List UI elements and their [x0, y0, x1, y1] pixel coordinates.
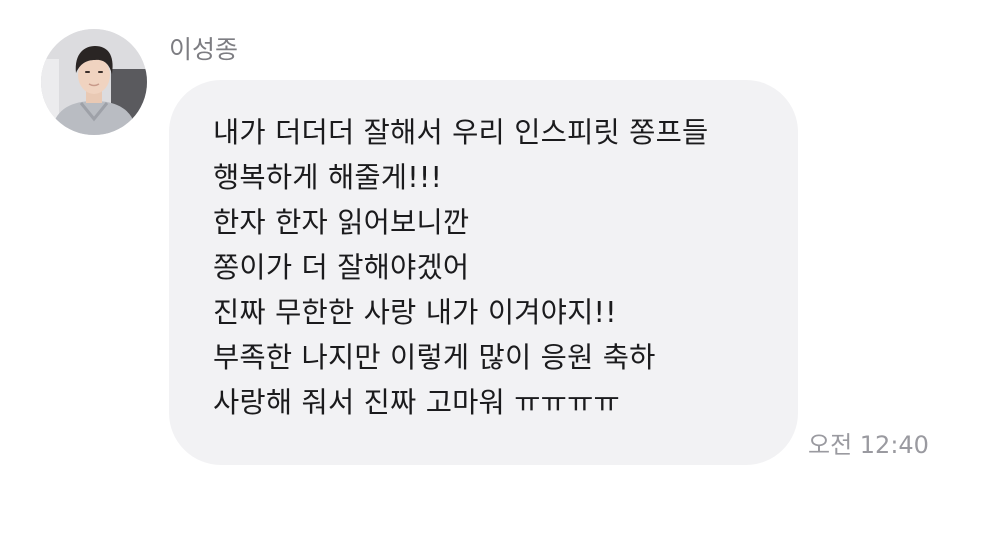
- message-line: 쫑이가 더 잘해야겠어: [213, 251, 470, 284]
- message-timestamp: 오전 12:40: [808, 431, 929, 459]
- message-line: 부족한 나지만 이렇게 많이 응원 축하: [213, 341, 656, 374]
- message-bubble[interactable]: 내가 더더더 잘해서 우리 인스피릿 쫑프들 행복하게 해줄게!!! 한자 한자…: [169, 80, 798, 465]
- profile-photo: [41, 29, 147, 135]
- avatar[interactable]: [41, 29, 147, 135]
- message-line: 진짜 무한한 사랑 내가 이겨야지!!: [213, 296, 617, 329]
- message-line: 사랑해 줘서 진짜 고마워 ㅠㅠㅠㅠ: [213, 386, 620, 419]
- message-line: 한자 한자 읽어보니깐: [213, 206, 470, 239]
- message-line: 내가 더더더 잘해서 우리 인스피릿 쫑프들: [213, 116, 709, 149]
- sender-name: 이성종: [169, 35, 239, 64]
- message-line: 행복하게 해줄게!!!: [213, 161, 443, 194]
